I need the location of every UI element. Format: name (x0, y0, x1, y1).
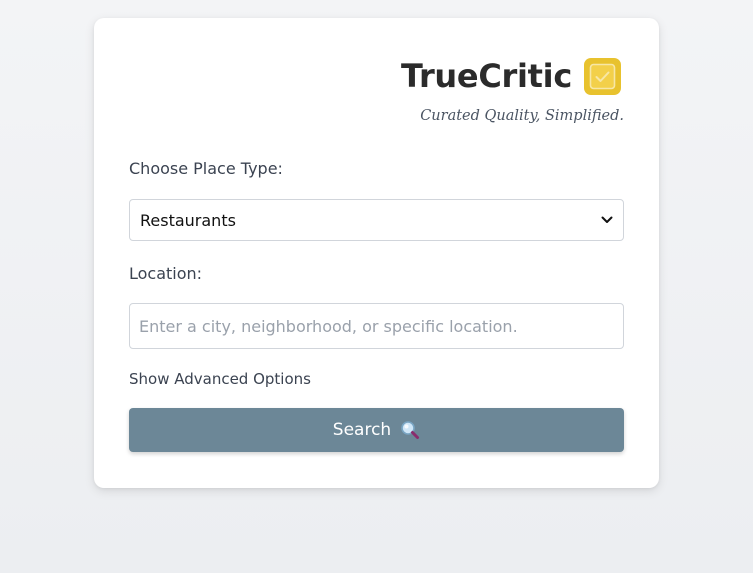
check-square-icon (584, 57, 621, 95)
location-label: Location: (129, 264, 203, 283)
tagline: Curated Quality, Simplified. (420, 108, 624, 124)
place-type-label: Choose Place Type: (129, 159, 283, 178)
search-button[interactable]: Search (129, 408, 624, 452)
brand-header: TrueCritic (401, 56, 621, 96)
brand-name: TrueCritic (400, 57, 572, 95)
place-type-select[interactable]: Restaurants (129, 199, 624, 241)
magnifier-icon (401, 421, 420, 439)
show-advanced-options-link[interactable]: Show Advanced Options (129, 370, 311, 388)
chevron-down-icon (601, 216, 613, 223)
location-input[interactable] (129, 303, 624, 349)
search-card: TrueCritic Curated Quality, Simplified. … (94, 18, 659, 488)
place-type-value: Restaurants (140, 210, 236, 230)
search-button-label: Search (332, 420, 392, 440)
